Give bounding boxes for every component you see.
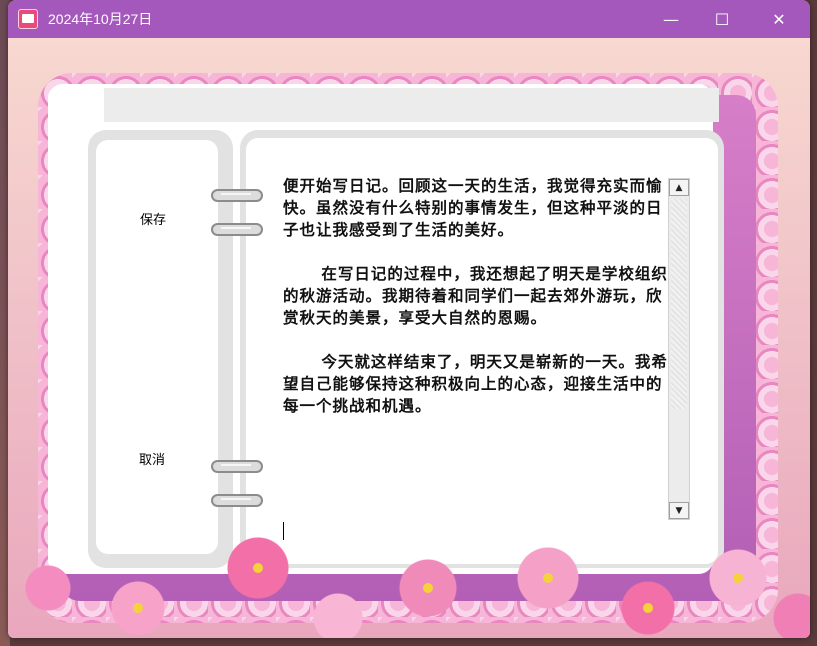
vertical-scrollbar[interactable]: ▲ ▼ — [668, 178, 690, 520]
title-bar[interactable]: 2024年10月27日 — ☐ ✕ — [8, 0, 810, 38]
flower-icon — [423, 583, 433, 593]
cancel-button[interactable]: 取消 — [139, 449, 165, 468]
diary-app-icon — [18, 9, 38, 29]
scroll-down-arrow-icon[interactable]: ▼ — [669, 502, 689, 519]
binder-ring-icon — [211, 494, 263, 507]
flower-icon — [733, 573, 743, 583]
binder-ring-icon — [211, 460, 263, 473]
binder-ring-icon — [211, 189, 263, 202]
minimize-button[interactable]: — — [648, 0, 694, 38]
binder-ring-icon — [211, 223, 263, 236]
scrollbar-thumb[interactable] — [671, 199, 687, 409]
diary-text-editor[interactable]: 便开始写日记。回顾这一天的生活，我觉得充实而愉快。虽然没有什么特别的事情发生，但… — [283, 175, 669, 515]
flower-decoration — [8, 528, 810, 638]
client-area: 保存 取消 便开始写日记。回顾这一天的生活，我觉得充实而愉快。虽然没有什么特别的… — [8, 38, 810, 638]
save-button[interactable]: 保存 — [140, 209, 166, 228]
maximize-button[interactable]: ☐ — [699, 0, 745, 38]
notebook-left-page — [96, 140, 218, 554]
scroll-up-arrow-icon[interactable]: ▲ — [669, 179, 689, 196]
diary-window: 2024年10月27日 — ☐ ✕ 保存 取消 便开始写日记。回顾这一天的生活，… — [8, 0, 810, 638]
flower-icon — [643, 603, 653, 613]
flower-icon — [133, 603, 143, 613]
page-top-shadow — [104, 88, 719, 122]
flower-icon — [543, 573, 553, 583]
close-button[interactable]: ✕ — [756, 0, 802, 38]
window-title: 2024年10月27日 — [48, 11, 153, 27]
flower-icon — [253, 563, 263, 573]
